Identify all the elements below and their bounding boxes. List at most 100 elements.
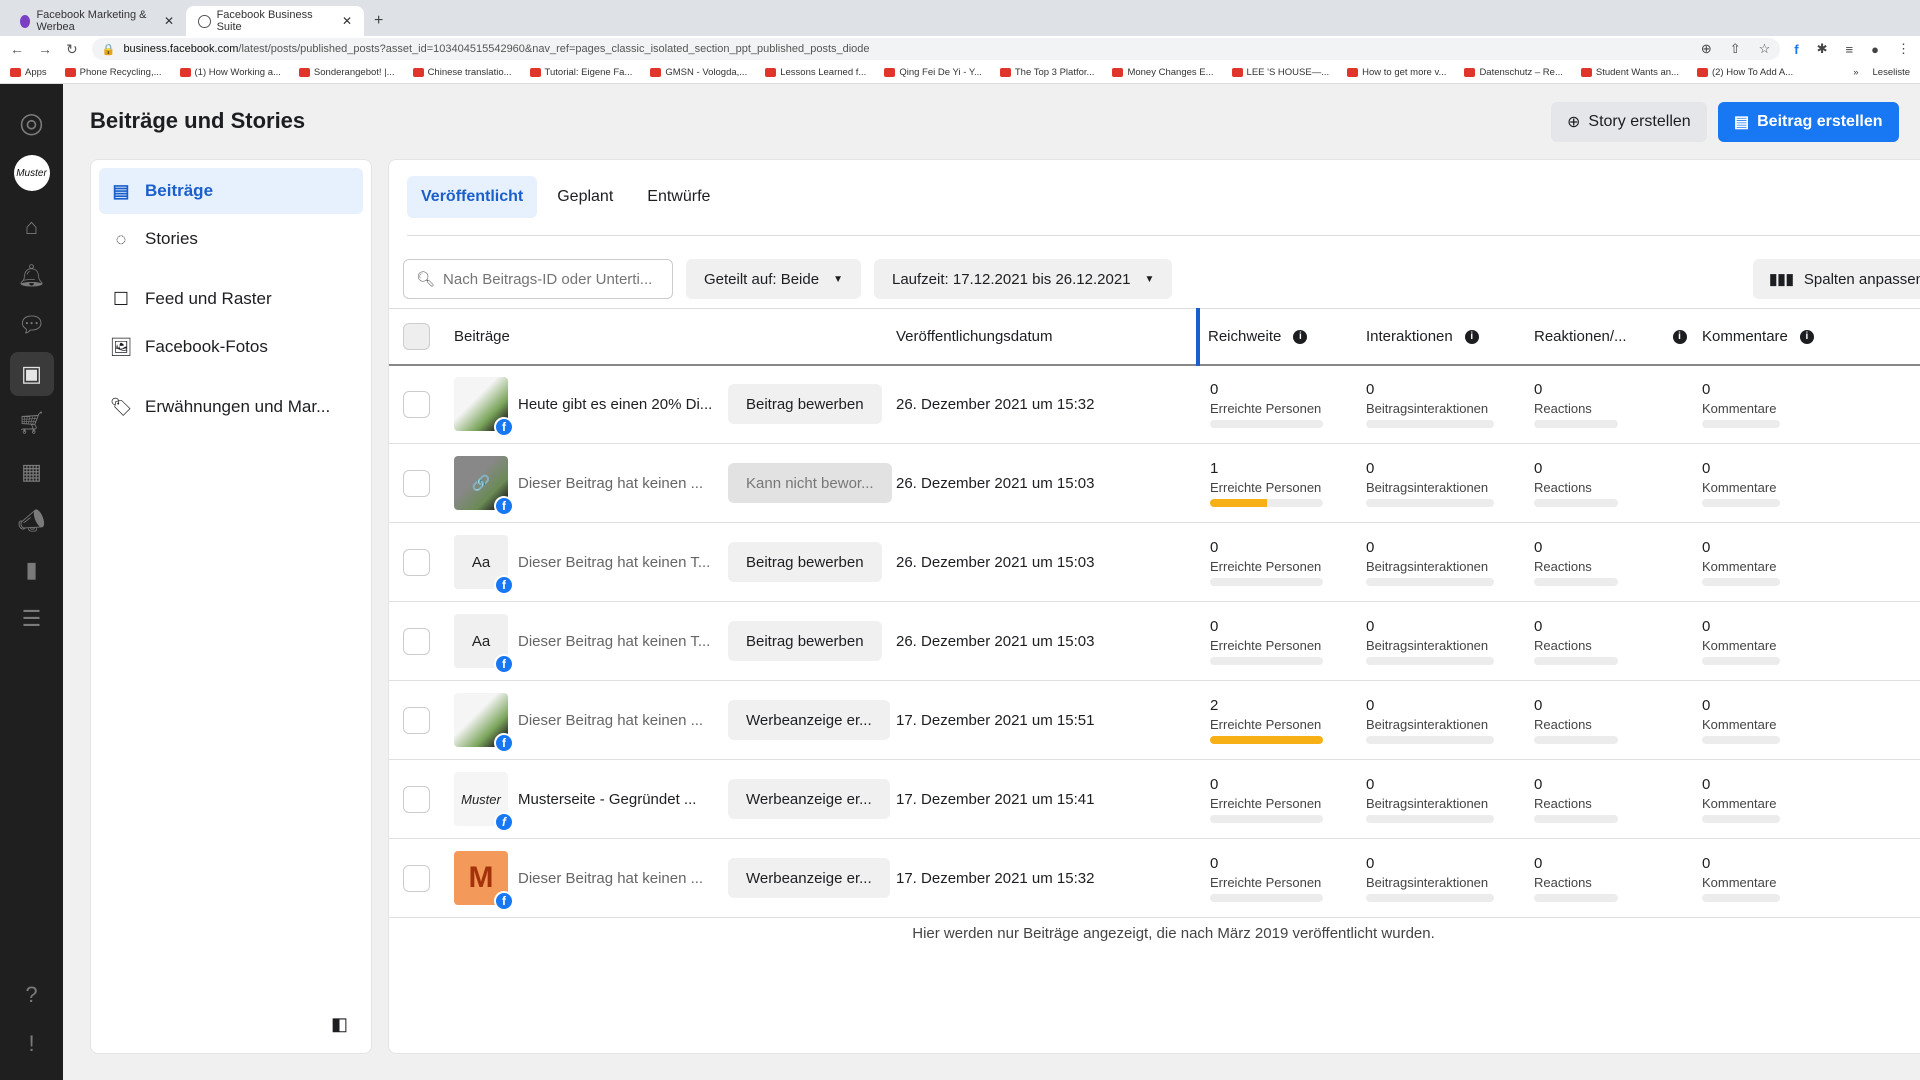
help-icon[interactable]: ? (10, 973, 54, 1017)
bookmark-item[interactable]: How to get more v... (1347, 67, 1446, 78)
browser-tab-active[interactable]: Facebook Business Suite ✕ (186, 6, 364, 36)
post-thumbnail[interactable]: 🔗 f (454, 456, 514, 516)
profile-avatar-icon[interactable]: ● (1871, 42, 1879, 57)
row-checkbox[interactable] (403, 627, 430, 655)
row-checkbox[interactable] (403, 706, 430, 734)
feedback-icon[interactable]: ! (10, 1022, 54, 1066)
menu-dots-icon[interactable]: ⋮ (1897, 41, 1910, 57)
close-tab-icon[interactable]: ✕ (164, 14, 174, 28)
post-thumbnail[interactable]: Aa f (454, 535, 514, 595)
all-tools-menu-icon[interactable]: ☰ (10, 597, 54, 641)
post-text[interactable]: Dieser Beitrag hat keinen T... (518, 633, 718, 650)
posts-stories-icon[interactable]: ▣ (9, 352, 54, 396)
business-suite-logo-icon[interactable]: ◎ (10, 100, 54, 144)
post-text[interactable]: Musterseite - Gegründet ... (518, 791, 718, 808)
post-thumbnail[interactable]: Aa f (454, 614, 514, 674)
create-post-button[interactable]: ▤ Beitrag erstellen (1718, 102, 1899, 142)
sidebar-item-posts[interactable]: ▤ Beiträge (99, 168, 363, 214)
promote-disabled-button[interactable]: Kann nicht bewor... (728, 463, 892, 503)
col-header-reach[interactable]: Reichweite i (1196, 308, 1366, 366)
close-tab-icon[interactable]: ✕ (342, 14, 352, 28)
col-header-interactions[interactable]: Interaktionen i (1366, 308, 1534, 366)
bookmark-item[interactable]: Tutorial: Eigene Fa... (529, 67, 632, 78)
tab-drafts[interactable]: Entwürfe (633, 176, 724, 218)
sidebar-item-stories[interactable]: ◌ Stories (99, 216, 363, 262)
table-row[interactable]: Aa f Dieser Beitrag hat keinen T... Beitr… (389, 522, 1920, 602)
col-header-posts[interactable]: Beiträge (451, 308, 896, 366)
promote-button[interactable]: Werbeanzeige er... (728, 858, 890, 898)
commerce-cart-icon[interactable]: 🛒︎ (10, 401, 54, 445)
forward-icon[interactable]: → (38, 41, 52, 57)
post-text[interactable]: Dieser Beitrag hat keinen ... (518, 712, 718, 729)
sidebar-item-mentions[interactable]: 🏷︎ Erwähnungen und Mar... (99, 384, 363, 430)
promote-button[interactable]: Beitrag bewerben (728, 621, 882, 661)
extensions-puzzle-icon[interactable]: ✱ (1817, 41, 1828, 57)
collapse-sidebar-icon[interactable]: ◧ (331, 1014, 348, 1035)
ads-megaphone-icon[interactable]: 📣︎ (10, 499, 54, 543)
date-range-dropdown[interactable]: Laufzeit: 17.12.2021 bis 26.12.2021 ▼ (873, 259, 1173, 299)
post-text[interactable]: Dieser Beitrag hat keinen T... (518, 554, 718, 571)
col-header-reactions[interactable]: Reaktionen/... i (1534, 308, 1702, 366)
tab-published[interactable]: Veröffentlicht (407, 176, 538, 218)
create-story-button[interactable]: ⊕ Story erstellen (1551, 102, 1707, 142)
table-row[interactable]: Aa f Dieser Beitrag hat keinen T... Beitr… (389, 601, 1920, 681)
bookmark-item[interactable]: Chinese translatio... (412, 67, 512, 78)
new-tab-button[interactable]: + (364, 6, 393, 36)
facebook-extension-icon[interactable]: f (1794, 42, 1798, 57)
shared-on-dropdown[interactable]: Geteilt auf: Beide ▼ (686, 259, 861, 299)
url-field[interactable]: 🔒 business.facebook.com/latest/posts/pub… (91, 38, 1781, 60)
post-text[interactable]: Heute gibt es einen 20% Di... (518, 396, 718, 413)
back-icon[interactable]: ← (10, 41, 24, 57)
table-row[interactable]: f Heute gibt es einen 20% Di... Beitrag … (389, 364, 1920, 444)
post-text[interactable]: Dieser Beitrag hat keinen ... (518, 870, 718, 887)
bookmark-item[interactable]: Phone Recycling,... (64, 67, 162, 78)
customize-columns-button[interactable]: ▮▮▮ Spalten anpassen (1753, 259, 1920, 299)
col-header-date[interactable]: Veröffentlichungsdatum (896, 308, 1198, 366)
search-input[interactable] (443, 270, 660, 288)
row-checkbox[interactable] (403, 864, 430, 892)
table-row[interactable]: Mf Dieser Beitrag hat keinen ... Werbean… (389, 838, 1920, 918)
post-thumbnail[interactable]: Mf (454, 851, 514, 911)
inbox-chat-icon[interactable]: 💬︎ (10, 303, 54, 347)
row-checkbox[interactable] (403, 469, 430, 497)
promote-button[interactable]: Werbeanzeige er... (728, 779, 890, 819)
info-icon[interactable]: i (1672, 329, 1687, 344)
tab-scheduled[interactable]: Geplant (543, 176, 627, 218)
promote-button[interactable]: Beitrag bewerben (728, 384, 882, 425)
promote-button[interactable]: Werbeanzeige er... (728, 700, 890, 740)
bookmark-item[interactable]: Money Changes E... (1112, 67, 1214, 78)
media-control-icon[interactable]: ≡ (1846, 42, 1854, 57)
table-row[interactable]: 🔗 f Dieser Beitrag hat keinen ... Kann ni… (389, 443, 1920, 523)
share-icon[interactable]: ⇧ (1730, 41, 1741, 57)
more-bookmarks-icon[interactable]: » (1853, 67, 1858, 78)
reload-icon[interactable]: ↻ (66, 41, 78, 58)
promote-button[interactable]: Beitrag bewerben (728, 542, 882, 582)
zoom-icon[interactable]: ⊕ (1701, 41, 1712, 57)
bookmark-item[interactable]: Qing Fei De Yi - Y... (884, 67, 982, 78)
bookmark-item[interactable]: LEE 'S HOUSE—... (1231, 67, 1329, 78)
bookmark-item[interactable]: Datenschutz – Re... (1464, 67, 1563, 78)
row-checkbox[interactable] (403, 548, 430, 576)
bookmark-item[interactable]: Lessons Learned f... (765, 67, 866, 78)
bookmark-item[interactable]: Apps (10, 67, 47, 78)
bookmark-item[interactable]: The Top 3 Platfor... (999, 67, 1094, 78)
table-row[interactable]: Muster f Musterseite - Gegründet ... Werb… (389, 759, 1920, 839)
sidebar-item-facebook-photos[interactable]: 🖼︎ Facebook-Fotos (99, 324, 363, 370)
post-text[interactable]: Dieser Beitrag hat keinen ... (518, 475, 718, 492)
page-avatar[interactable]: Muster (13, 155, 50, 191)
home-icon[interactable]: ⌂ (10, 205, 54, 249)
select-all-checkbox[interactable] (403, 322, 430, 350)
post-thumbnail[interactable]: Muster f (454, 772, 514, 832)
insights-chart-icon[interactable]: ▮ (10, 548, 54, 592)
reading-list[interactable]: Leseliste (1873, 67, 1911, 78)
planner-calendar-icon[interactable]: ▦ (10, 450, 54, 494)
table-row[interactable]: f Dieser Beitrag hat keinen ... Werbeanz… (389, 680, 1920, 760)
bookmark-item[interactable]: Sonderangebot! |... (298, 67, 395, 78)
info-icon[interactable]: i (1293, 329, 1308, 344)
row-checkbox[interactable] (403, 390, 430, 418)
bookmark-item[interactable]: Student Wants an... (1580, 67, 1679, 78)
search-box[interactable]: 🔍︎ (403, 259, 673, 299)
browser-tab[interactable]: Facebook Marketing & Werbea ✕ (8, 6, 186, 36)
bookmark-item[interactable]: (2) How To Add A... (1696, 67, 1793, 78)
notifications-bell-icon[interactable]: 🔔︎ (10, 254, 54, 298)
